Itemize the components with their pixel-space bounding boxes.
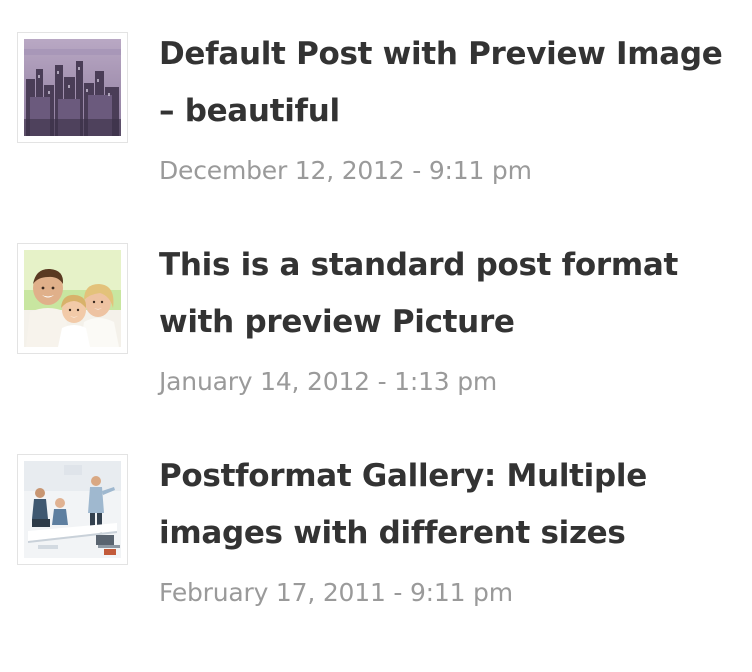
post-date: February 17, 2011 - 9:11 pm [159, 578, 513, 607]
family-photo-thumbnail-icon [24, 250, 121, 347]
recent-posts-list: Default Post with Preview Image – beauti… [0, 0, 752, 672]
city-skyline-thumbnail-icon [24, 39, 121, 136]
meeting-room-thumbnail-icon [24, 461, 121, 558]
post-thumbnail-link[interactable] [17, 32, 128, 143]
post-title-link[interactable]: Postformat Gallery: Multiple images with… [159, 448, 739, 562]
post-thumbnail-link[interactable] [17, 454, 128, 565]
post-date: December 12, 2012 - 9:11 pm [159, 156, 532, 185]
post-title-link[interactable]: Default Post with Preview Image – beauti… [159, 26, 739, 140]
post-date: January 14, 2012 - 1:13 pm [159, 367, 498, 396]
post-thumbnail-link[interactable] [17, 243, 128, 354]
post-title-link[interactable]: This is a standard post format with prev… [159, 237, 739, 351]
